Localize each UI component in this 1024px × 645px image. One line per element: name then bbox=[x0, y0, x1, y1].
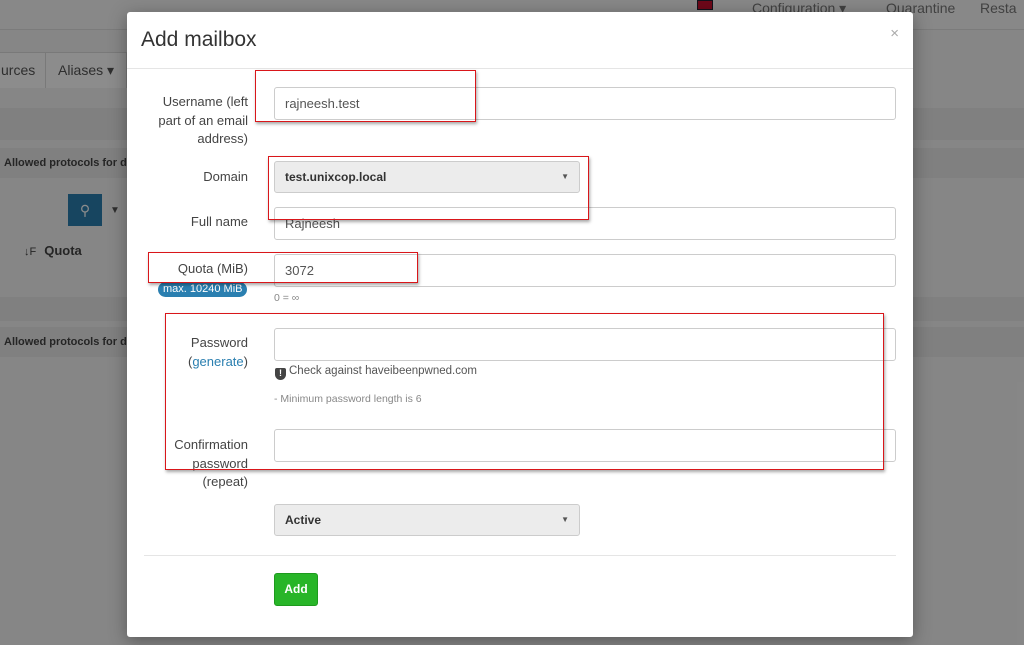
quota-max-badge: max. 10240 MiB bbox=[158, 282, 248, 297]
shield-icon: ! bbox=[275, 368, 286, 380]
chevron-down-icon: ▼ bbox=[561, 515, 569, 524]
modal-header: Add mailbox × bbox=[127, 12, 913, 69]
footer-divider bbox=[144, 555, 896, 556]
domain-select[interactable]: test.unixcop.local ▼ bbox=[274, 161, 580, 193]
username-input[interactable]: rajneesh.test bbox=[274, 87, 896, 120]
password-label: Password (generate) bbox=[187, 335, 248, 369]
close-icon[interactable]: × bbox=[890, 25, 899, 42]
status-select[interactable]: Active ▼ bbox=[274, 504, 580, 536]
quota-label: Quota (MiB) bbox=[177, 261, 248, 276]
full-name-input[interactable]: Rajneesh bbox=[274, 207, 896, 240]
add-button[interactable]: Add bbox=[274, 573, 318, 606]
password-min-length-hint: - Minimum password length is 6 bbox=[274, 393, 422, 405]
username-label: Username (left part of an email address) bbox=[158, 94, 248, 146]
generate-password-link[interactable]: generate bbox=[192, 354, 243, 369]
confirmation-label: Confirmation password (repeat) bbox=[174, 437, 248, 489]
chevron-down-icon: ▼ bbox=[561, 172, 569, 181]
domain-label: Domain bbox=[203, 169, 248, 184]
confirmation-password-input[interactable] bbox=[274, 429, 896, 462]
password-input[interactable] bbox=[274, 328, 896, 361]
quota-input[interactable]: 3072 bbox=[274, 254, 896, 287]
pwned-check[interactable]: ! Check against haveibeenpwned.com bbox=[275, 365, 477, 380]
full-name-label: Full name bbox=[190, 214, 248, 229]
quota-help-text: 0 = ∞ bbox=[274, 292, 300, 304]
add-mailbox-modal: Add mailbox × Username (left part of an … bbox=[127, 12, 913, 637]
modal-title: Add mailbox bbox=[141, 28, 257, 51]
